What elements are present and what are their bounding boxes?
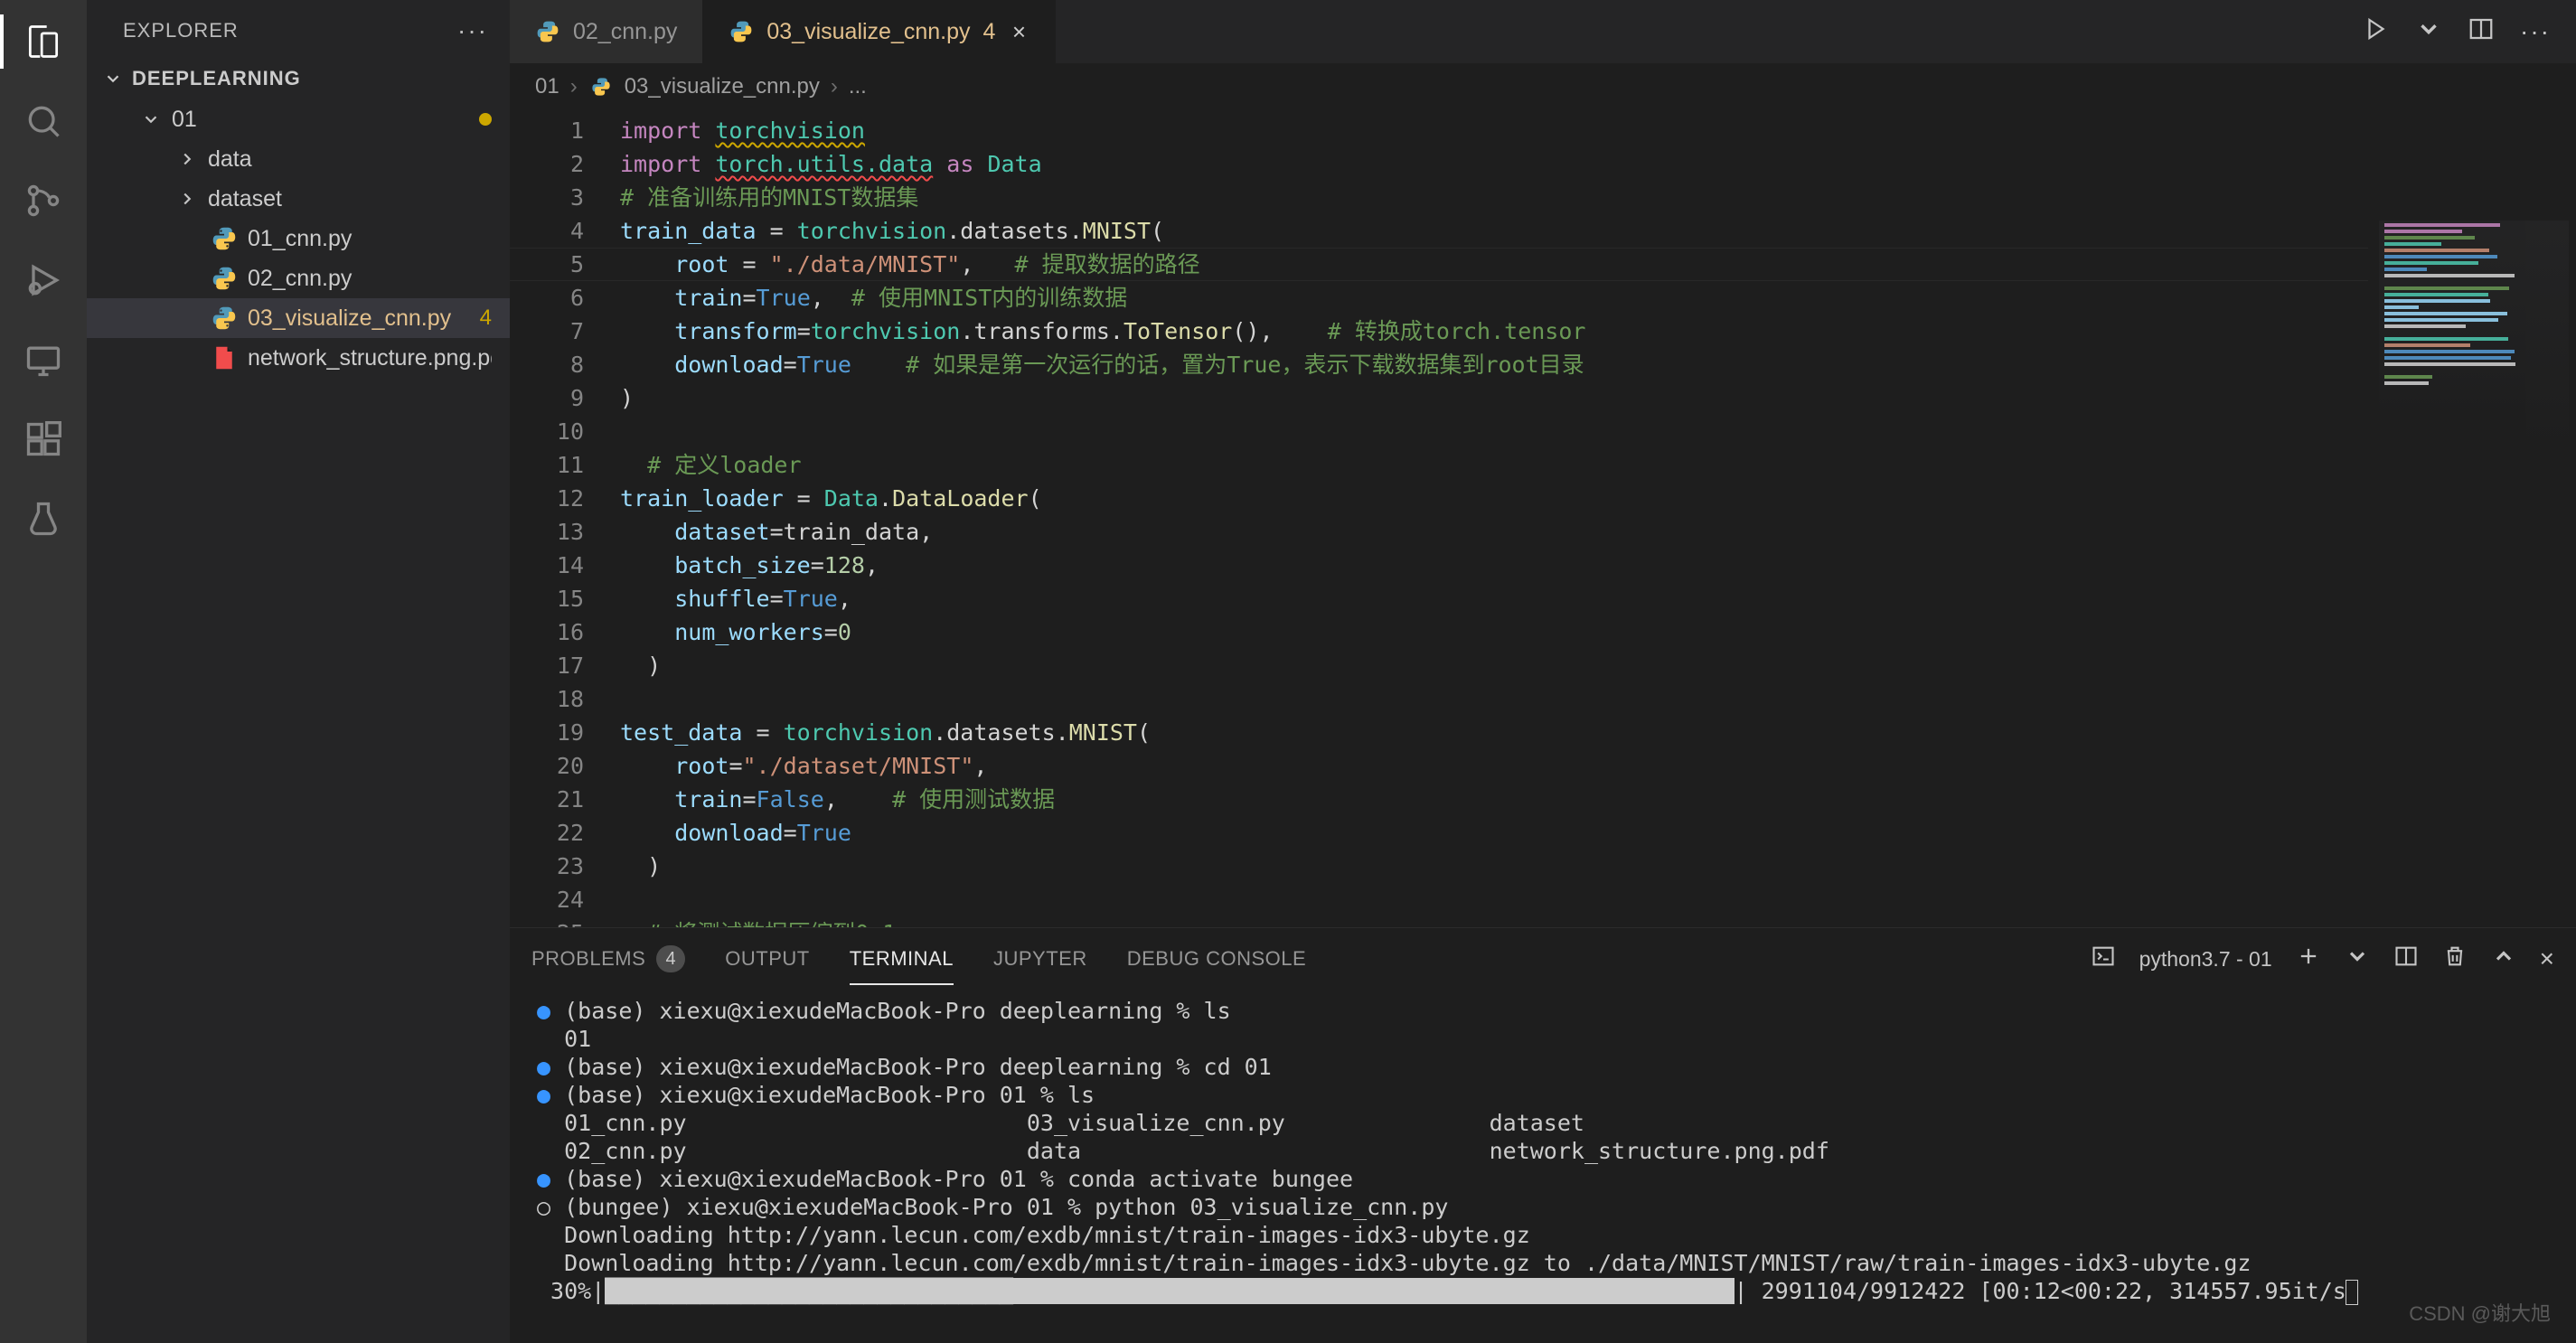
watermark: CSDN @谢大旭 <box>2409 1298 2551 1327</box>
panel-tab-jupyter[interactable]: JUPYTER <box>993 947 1087 971</box>
explorer-icon[interactable] <box>16 14 71 69</box>
sidebar-title: EXPLORER <box>123 19 239 42</box>
file-01-cnn[interactable]: 01_cnn.py <box>87 219 510 258</box>
bottom-panel: PROBLEMS4 OUTPUT TERMINAL JUPYTER DEBUG … <box>510 927 2576 1343</box>
file-02-cnn[interactable]: 02_cnn.py <box>87 258 510 298</box>
panel-tab-terminal[interactable]: TERMINAL <box>850 947 954 971</box>
editor-tabs: 02_cnn.py 03_visualize_cnn.py 4 × ··· <box>510 0 2576 63</box>
tab-02-cnn[interactable]: 02_cnn.py <box>510 0 703 63</box>
extensions-icon[interactable] <box>16 412 71 466</box>
terminal-shell-icon <box>2091 944 2116 974</box>
breadcrumbs[interactable]: 01› 03_visualize_cnn.py› ... <box>510 63 2576 110</box>
tab-03-visualize-cnn[interactable]: 03_visualize_cnn.py 4 × <box>703 0 1056 63</box>
project-name: DEEPLEARNING <box>132 67 301 90</box>
panel-tab-problems[interactable]: PROBLEMS4 <box>531 945 685 972</box>
testing-icon[interactable] <box>16 492 71 546</box>
more-actions-icon[interactable]: ··· <box>2520 17 2551 46</box>
sidebar-more-icon[interactable]: ··· <box>457 16 488 45</box>
kill-terminal-icon[interactable] <box>2442 944 2468 974</box>
run-dropdown-icon[interactable] <box>2415 15 2442 49</box>
python-file-icon <box>588 74 614 99</box>
problems-count: 4 <box>480 305 492 331</box>
code-content[interactable]: import torchvision import torch.utils.da… <box>609 110 2576 927</box>
panel-tab-output[interactable]: OUTPUT <box>725 947 809 971</box>
tab-problems-count: 4 <box>983 19 996 45</box>
python-file-icon <box>729 19 754 44</box>
minimap[interactable] <box>2379 221 2569 455</box>
modified-dot-icon <box>479 113 492 126</box>
terminal-output[interactable]: ● (base) xiexu@xiexudeMacBook-Pro deeple… <box>510 990 2576 1343</box>
folder-data[interactable]: data <box>87 139 510 179</box>
panel-tab-debug-console[interactable]: DEBUG CONSOLE <box>1127 947 1306 971</box>
remote-icon[interactable] <box>16 333 71 387</box>
python-file-icon <box>212 266 237 291</box>
split-editor-icon[interactable] <box>2468 15 2495 49</box>
activity-bar <box>0 0 87 1343</box>
folder-dataset[interactable]: dataset <box>87 179 510 219</box>
line-numbers: 1234567891011121314151617181920212223242… <box>510 110 609 927</box>
python-file-icon <box>212 305 237 331</box>
project-header[interactable]: DEEPLEARNING <box>87 61 510 96</box>
python-file-icon <box>535 19 560 44</box>
maximize-panel-icon[interactable] <box>2491 944 2516 974</box>
folder-01[interactable]: 01 <box>87 99 510 139</box>
close-panel-icon[interactable]: × <box>2540 944 2554 973</box>
python-file-icon <box>212 226 237 251</box>
file-network-pdf[interactable]: network_structure.png.pdf <box>87 338 510 378</box>
pdf-file-icon <box>212 345 237 371</box>
new-terminal-icon[interactable] <box>2296 944 2321 974</box>
source-control-icon[interactable] <box>16 174 71 228</box>
run-debug-icon[interactable] <box>16 253 71 307</box>
problems-badge: 4 <box>656 945 685 972</box>
explorer-sidebar: EXPLORER ··· DEEPLEARNING 01 data datas <box>87 0 510 1343</box>
code-editor[interactable]: 1234567891011121314151617181920212223242… <box>510 110 2576 927</box>
terminal-dropdown-icon[interactable] <box>2345 944 2370 974</box>
search-icon[interactable] <box>16 94 71 148</box>
terminal-shell-label[interactable]: python3.7 - 01 <box>2139 947 2272 972</box>
editor-area: 02_cnn.py 03_visualize_cnn.py 4 × ··· 01… <box>510 0 2576 1343</box>
panel-tabs: PROBLEMS4 OUTPUT TERMINAL JUPYTER DEBUG … <box>510 928 2576 990</box>
editor-actions: ··· <box>2337 0 2576 63</box>
split-terminal-icon[interactable] <box>2393 944 2419 974</box>
file-03-visualize-cnn[interactable]: 03_visualize_cnn.py 4 <box>87 298 510 338</box>
file-tree: 01 data dataset 01_cnn.py 02_cn <box>87 96 510 381</box>
close-tab-icon[interactable]: × <box>1008 18 1029 46</box>
run-file-icon[interactable] <box>2363 15 2390 49</box>
